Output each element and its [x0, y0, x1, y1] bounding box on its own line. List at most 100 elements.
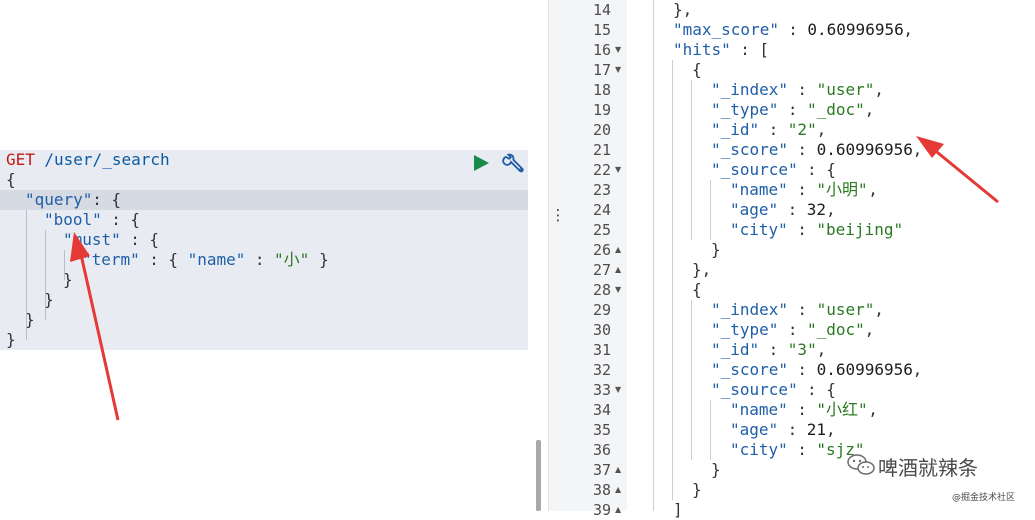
indent-guide — [672, 60, 673, 500]
code-text: } — [711, 460, 721, 479]
response-code-line: }, — [569, 0, 1035, 20]
json-string-value: "user" — [816, 300, 875, 319]
code-sep: : — [778, 420, 807, 439]
indent-guide — [710, 400, 711, 460]
request-code-line: { — [0, 170, 528, 190]
request-line: GET/user/_search — [0, 150, 528, 170]
code-text: } — [309, 250, 329, 269]
code-text: { — [826, 160, 836, 179]
response-code-line: { — [569, 60, 1035, 80]
run-request-button[interactable] — [472, 154, 490, 172]
json-key: "_index" — [711, 300, 789, 319]
code-sep: : — [787, 440, 817, 459]
json-string-value: "_doc" — [807, 320, 865, 339]
json-string-value: "beijing" — [816, 220, 904, 239]
json-key: "name" — [730, 400, 788, 419]
json-string-value: "_doc" — [807, 100, 865, 119]
json-number-value: 0.60996956 — [816, 140, 913, 159]
code-sep: : — [759, 340, 788, 359]
code-sep: : — [245, 250, 275, 269]
request-settings-button[interactable] — [501, 153, 525, 175]
code-text: , — [826, 420, 836, 439]
json-key: "_score" — [711, 140, 789, 159]
code-text: { — [111, 190, 122, 209]
code-text: , — [816, 120, 827, 139]
watermark-subtitle: @掘金技术社区 — [952, 493, 1016, 503]
code-text: { — [826, 380, 836, 399]
play-icon — [474, 155, 489, 171]
indent-guide — [691, 80, 692, 240]
json-key: "_type" — [711, 100, 779, 119]
code-sep: : — [787, 80, 817, 99]
response-code-line: "city" : "beijing" — [569, 220, 1035, 240]
response-code-line: }, — [569, 260, 1035, 280]
json-number-value: 0.60996956 — [816, 360, 913, 379]
json-key: "_index" — [711, 80, 789, 99]
code-sep: : — [92, 190, 112, 209]
indent-guide — [653, 0, 654, 511]
json-key: "_source" — [711, 160, 798, 179]
response-code-line: "_index" : "user", — [569, 80, 1035, 100]
annotation-arrow-score — [916, 136, 999, 204]
json-key: "hits" — [673, 40, 731, 59]
code-sep: : — [759, 120, 788, 139]
request-code-line: "bool" : { — [0, 210, 528, 230]
vertical-ellipsis-icon[interactable]: ⋮ — [549, 200, 567, 230]
response-code-line: "name" : "小红", — [569, 400, 1035, 420]
response-code-line: "_score" : 0.60996956, — [569, 360, 1035, 380]
code-text: { — [692, 280, 702, 299]
watermark-title: 啤酒就辣条 — [878, 456, 978, 480]
json-string-value: "user" — [816, 80, 875, 99]
code-sep: : — [778, 320, 808, 339]
json-number-value: 32 — [806, 200, 827, 219]
response-code-line: "_type" : "_doc", — [569, 100, 1035, 120]
request-code-line: "query": { — [0, 190, 528, 210]
response-code-line: } — [569, 240, 1035, 260]
code-text: , — [826, 200, 836, 219]
annotation-arrow-must — [70, 232, 120, 421]
response-code-line: "max_score" : 0.60996956, — [569, 20, 1035, 40]
code-sep: : — [787, 400, 817, 419]
response-code-line: "_id" : "3", — [569, 340, 1035, 360]
code-text: , — [864, 100, 875, 119]
json-key: "city" — [730, 220, 788, 239]
response-viewer-pane[interactable]: 14 15 16 ▼ 17 ▼ 18 19 20 21 22 ▼ 23 24 25 26 ▲ 27 ▲ 28 ▼ 29 30… — [569, 0, 1035, 519]
indent-guide — [26, 210, 27, 340]
code-text: , — [903, 20, 914, 39]
json-string-value: "3" — [787, 340, 817, 359]
code-text: , — [816, 340, 827, 359]
request-editor-pane[interactable]: GET/user/_search{"query": {"bool" : {"mu… — [0, 0, 548, 511]
wrench-icon — [502, 153, 524, 173]
request-scrollbar[interactable] — [536, 440, 541, 511]
code-sep: : — [778, 20, 808, 39]
json-key: "bool" — [44, 210, 102, 229]
response-code-line: { — [569, 280, 1035, 300]
indent-guide — [691, 300, 692, 460]
json-string-value: "小" — [274, 250, 310, 269]
code-text: { — [168, 250, 188, 269]
code-text: , — [868, 180, 878, 199]
code-text: { — [6, 170, 16, 189]
code-sep: : — [797, 160, 827, 179]
code-text: , — [912, 360, 923, 379]
json-key: "_id" — [711, 120, 760, 139]
http-method: GET — [6, 150, 35, 169]
pane-divider[interactable] — [548, 0, 569, 511]
code-text: , — [874, 80, 884, 99]
json-key: "_source" — [711, 380, 798, 399]
response-code-line: "_source" : { — [569, 380, 1035, 400]
code-sep: : — [787, 360, 817, 379]
code-sep: : — [787, 220, 817, 239]
json-string-value: "小明" — [816, 180, 868, 199]
code-text: , — [874, 300, 884, 319]
code-sep: : — [778, 100, 808, 119]
code-text: , — [868, 400, 878, 419]
json-key: "name" — [730, 180, 788, 199]
code-text: }, — [673, 0, 693, 19]
json-key: "max_score" — [673, 20, 779, 39]
code-sep: : — [778, 200, 807, 219]
response-code-line: "_index" : "user", — [569, 300, 1035, 320]
wechat-icon — [847, 454, 875, 475]
response-code-line: "hits" : [ — [569, 40, 1035, 60]
code-sep: : — [787, 300, 817, 319]
